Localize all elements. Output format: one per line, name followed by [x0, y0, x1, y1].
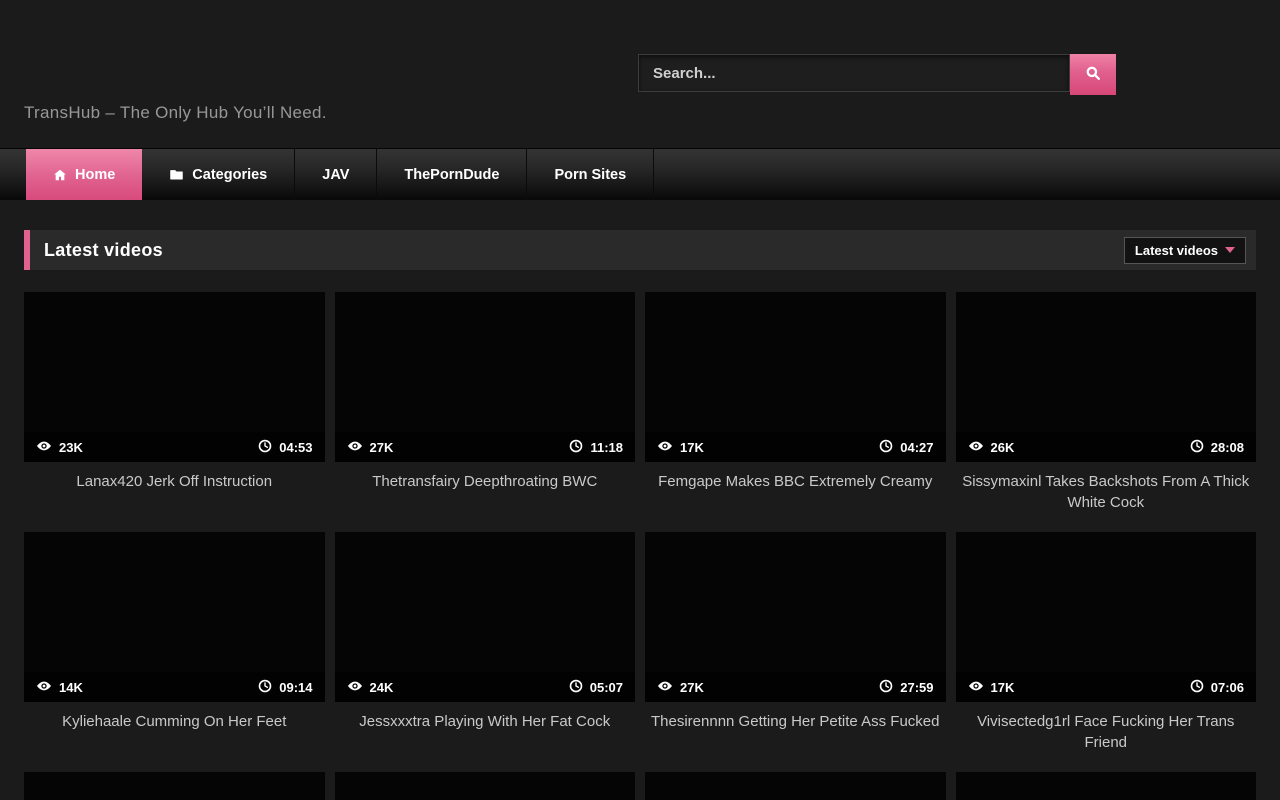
video-title[interactable]: Vivisectedg1rl Face Fucking Her Trans Fr…: [956, 711, 1257, 753]
video-card[interactable]: [645, 772, 946, 800]
folder-icon: [169, 167, 184, 182]
nav-tab-label: Home: [75, 167, 115, 183]
nav-tab-jav[interactable]: JAV: [295, 149, 377, 200]
video-card[interactable]: 23K 04:53 Lanax420 Jerk Off Instruction: [24, 292, 325, 532]
nav-tab-label: Categories: [192, 167, 267, 183]
video-title[interactable]: Sissymaxinl Takes Backshots From A Thick…: [956, 471, 1257, 513]
clock-icon: [569, 439, 583, 456]
sort-dropdown-label: Latest videos: [1135, 243, 1218, 258]
video-title[interactable]: Lanax420 Jerk Off Instruction: [24, 471, 325, 492]
view-count: 14K: [59, 680, 83, 695]
view-count: 24K: [370, 680, 394, 695]
video-stats: 27K 11:18: [335, 432, 636, 462]
video-grid: 23K 04:53 Lanax420 Jerk Off Instruction: [24, 292, 1256, 800]
view-count: 23K: [59, 440, 83, 455]
video-card[interactable]: 27K 27:59 Thesirennnn Getting Her Petite…: [645, 532, 946, 772]
clock-icon: [879, 679, 893, 696]
clock-icon: [258, 679, 272, 696]
nav-tab-label: JAV: [322, 167, 349, 183]
main-content: Latest videos Latest videos 23K 04:53: [0, 230, 1280, 800]
video-thumbnail[interactable]: [24, 772, 325, 800]
video-card[interactable]: [956, 772, 1257, 800]
clock-icon: [1190, 439, 1204, 456]
video-card[interactable]: [24, 772, 325, 800]
eye-icon: [968, 438, 984, 457]
video-title[interactable]: Jessxxxtra Playing With Her Fat Cock: [335, 711, 636, 732]
eye-icon: [347, 678, 363, 697]
video-thumbnail[interactable]: 27K 27:59: [645, 532, 946, 702]
video-duration: 11:18: [590, 440, 623, 455]
video-duration: 28:08: [1211, 440, 1244, 455]
video-thumbnail[interactable]: [956, 772, 1257, 800]
home-icon: [53, 168, 67, 182]
section-title: Latest videos: [44, 240, 163, 261]
video-duration: 27:59: [900, 680, 933, 695]
view-count: 17K: [680, 440, 704, 455]
video-stats: 17K 07:06: [956, 672, 1257, 702]
nav-tab-categories[interactable]: Categories: [142, 149, 295, 200]
video-stats: 17K 04:27: [645, 432, 946, 462]
clock-icon: [1190, 679, 1204, 696]
eye-icon: [657, 678, 673, 697]
view-count: 26K: [991, 440, 1015, 455]
video-duration: 04:53: [279, 440, 312, 455]
search-form: [638, 54, 1116, 95]
nav-tab-home[interactable]: Home: [26, 149, 142, 200]
video-card[interactable]: 24K 05:07 Jessxxxtra Playing With Her Fa…: [335, 532, 636, 772]
eye-icon: [968, 678, 984, 697]
video-duration: 05:07: [590, 680, 623, 695]
video-thumbnail[interactable]: 26K 28:08: [956, 292, 1257, 462]
clock-icon: [258, 439, 272, 456]
video-duration: 09:14: [279, 680, 312, 695]
video-stats: 26K 28:08: [956, 432, 1257, 462]
nav-tab-theporndude[interactable]: ThePornDude: [377, 149, 527, 200]
site-tagline: TransHub – The Only Hub You’ll Need.: [24, 103, 327, 123]
view-count: 17K: [991, 680, 1015, 695]
video-stats: 23K 04:53: [24, 432, 325, 462]
eye-icon: [36, 678, 52, 697]
video-thumbnail[interactable]: 17K 07:06: [956, 532, 1257, 702]
search-input[interactable]: [638, 54, 1070, 92]
video-thumbnail[interactable]: [335, 772, 636, 800]
video-card[interactable]: 17K 07:06 Vivisectedg1rl Face Fucking He…: [956, 532, 1257, 772]
section-header: Latest videos Latest videos: [24, 230, 1256, 270]
video-thumbnail[interactable]: 27K 11:18: [335, 292, 636, 462]
video-card[interactable]: 27K 11:18 Thetransfairy Deepthroating BW…: [335, 292, 636, 532]
view-count: 27K: [680, 680, 704, 695]
main-nav: Home Categories JAV ThePornDude Porn Sit…: [0, 148, 1280, 200]
video-thumbnail[interactable]: 14K 09:14: [24, 532, 325, 702]
eye-icon: [347, 438, 363, 457]
eye-icon: [36, 438, 52, 457]
nav-tab-label: ThePornDude: [404, 167, 499, 183]
video-thumbnail[interactable]: 23K 04:53: [24, 292, 325, 462]
video-card[interactable]: [335, 772, 636, 800]
video-stats: 14K 09:14: [24, 672, 325, 702]
video-stats: 24K 05:07: [335, 672, 636, 702]
video-duration: 04:27: [900, 440, 933, 455]
nav-tab-label: Porn Sites: [554, 167, 626, 183]
caret-down-icon: [1225, 247, 1235, 253]
video-card[interactable]: 26K 28:08 Sissymaxinl Takes Backshots Fr…: [956, 292, 1257, 532]
video-title[interactable]: Thesirennnn Getting Her Petite Ass Fucke…: [645, 711, 946, 732]
video-duration: 07:06: [1211, 680, 1244, 695]
video-thumbnail[interactable]: 17K 04:27: [645, 292, 946, 462]
view-count: 27K: [370, 440, 394, 455]
search-button[interactable]: [1070, 54, 1116, 95]
video-stats: 27K 27:59: [645, 672, 946, 702]
clock-icon: [879, 439, 893, 456]
video-title[interactable]: Femgape Makes BBC Extremely Creamy: [645, 471, 946, 492]
magnifier-icon: [1084, 64, 1102, 85]
eye-icon: [657, 438, 673, 457]
sort-dropdown[interactable]: Latest videos: [1124, 237, 1246, 264]
video-thumbnail[interactable]: 24K 05:07: [335, 532, 636, 702]
clock-icon: [569, 679, 583, 696]
video-thumbnail[interactable]: [645, 772, 946, 800]
site-header: TransHub – The Only Hub You’ll Need.: [0, 0, 1280, 148]
video-card[interactable]: 17K 04:27 Femgape Makes BBC Extremely Cr…: [645, 292, 946, 532]
video-title[interactable]: Thetransfairy Deepthroating BWC: [335, 471, 636, 492]
video-card[interactable]: 14K 09:14 Kyliehaale Cumming On Her Feet: [24, 532, 325, 772]
video-title[interactable]: Kyliehaale Cumming On Her Feet: [24, 711, 325, 732]
nav-tab-porn-sites[interactable]: Porn Sites: [527, 149, 654, 200]
